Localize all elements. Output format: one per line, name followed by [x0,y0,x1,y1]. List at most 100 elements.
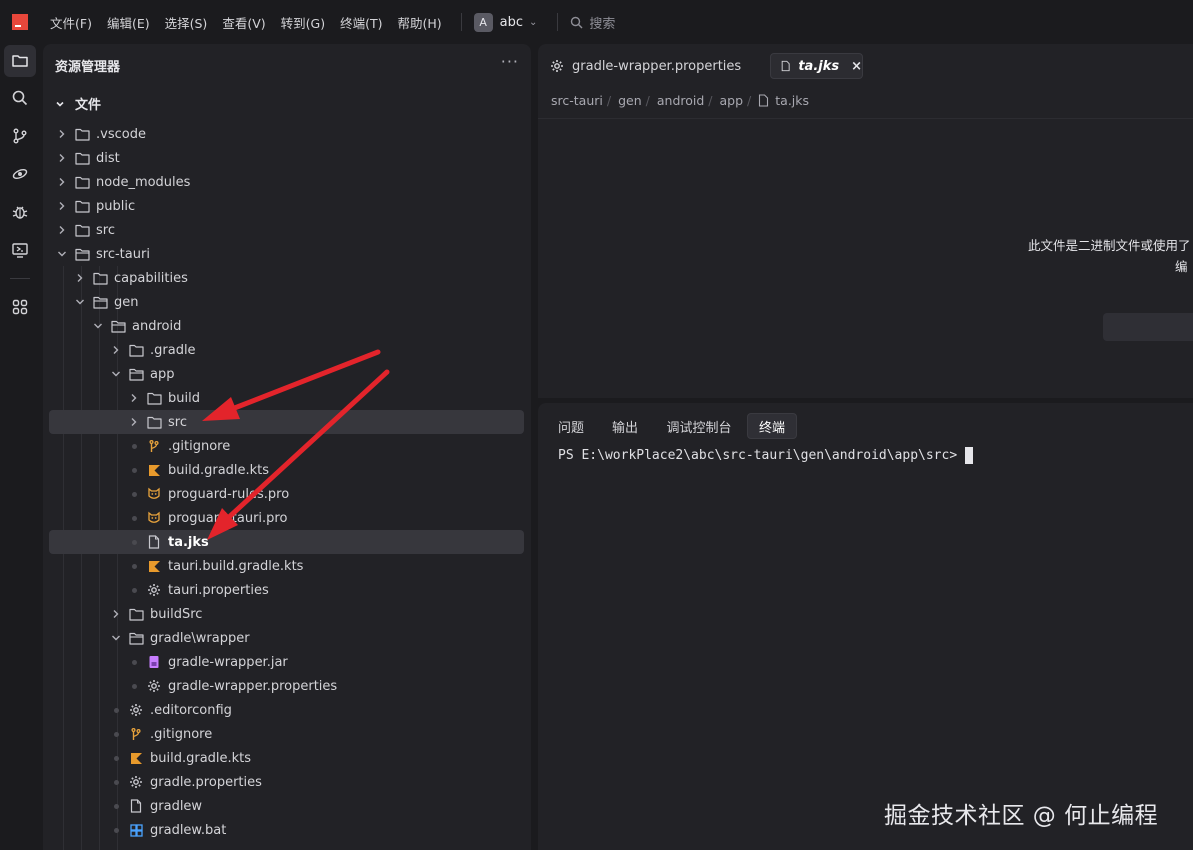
chevron-right-icon[interactable] [55,129,69,139]
chevron-down-icon[interactable] [91,322,105,330]
tree-file-gradle-wrapper-jar[interactable]: gradle-wrapper.jar [49,650,524,674]
chevron-down-icon[interactable]: ⌄ [529,17,537,28]
breadcrumb: src-tauri / gen / android / app / ta.jks [551,93,810,108]
chevron-right-icon[interactable] [127,393,141,403]
chevron-down-icon[interactable] [55,250,69,258]
chevron-right-icon[interactable] [55,225,69,235]
tree-folder-vscode[interactable]: .vscode [49,122,524,146]
tree-file-gitignore[interactable]: .gitignore [49,434,524,458]
terminal-prompt-text: PS E:\workPlace2\abc\src-tauri\gen\andro… [558,448,958,463]
chevron-right-icon[interactable] [109,609,123,619]
tab-problems[interactable]: 问题 [550,413,592,439]
menu-selection[interactable]: 选择(S) [165,13,208,32]
breadcrumb-item[interactable]: android [657,93,704,108]
tree-folder-gen[interactable]: gen [49,290,524,314]
menu-terminal[interactable]: 终端(T) [340,13,382,32]
tree-folder-gradle-wrapper[interactable]: gradle\wrapper [49,626,524,650]
tree-folder-gradle[interactable]: .gradle [49,338,524,362]
folder-icon [74,222,90,238]
workspace-root[interactable]: 文件 [55,94,101,113]
tree-folder-src-tauri[interactable]: src-tauri [49,242,524,266]
gear-icon [146,678,162,694]
extensions-icon[interactable] [4,291,36,323]
tree-item-label: proguard-rules.pro [168,486,290,502]
menu-help[interactable]: 帮助(H) [397,13,441,32]
tree-file-proguard-rules-pro[interactable]: proguard-rules.pro [49,482,524,506]
folder-icon [74,246,90,262]
tree-file-gradle-wrapper-properties[interactable]: gradle-wrapper.properties [49,674,524,698]
tree-folder-app[interactable]: app [49,362,524,386]
tree-folder-capabilities[interactable]: capabilities [49,266,524,290]
preview-icon[interactable] [4,234,36,266]
tree-file-proguard-tauri-pro[interactable]: proguard-tauri.pro [49,506,524,530]
chevron-down-icon[interactable] [109,634,123,642]
tab-debug-console[interactable]: 调试控制台 [659,413,739,439]
tree-folder-dist[interactable]: dist [49,146,524,170]
proguard-icon [146,486,162,502]
tree-file-build-gradle-kts[interactable]: build.gradle.kts [49,458,524,482]
tree-file-build-gradle-kts[interactable]: build.gradle.kts [49,746,524,770]
terminal-cursor [965,447,974,464]
tree-folder-android[interactable]: android [49,314,524,338]
chevron-right-icon[interactable] [55,153,69,163]
tree-file-gradlew-bat[interactable]: gradlew.bat [49,818,524,842]
menu-edit[interactable]: 编辑(E) [107,13,150,32]
menu-bar: 文件(F) 编辑(E) 选择(S) 查看(V) 转到(G) 终端(T) 帮助(H… [0,0,1193,44]
menu-go[interactable]: 转到(G) [281,13,325,32]
chevron-down-icon[interactable] [109,370,123,378]
chevron-right-icon[interactable] [109,345,123,355]
chevron-right-icon[interactable] [55,177,69,187]
tree-folder-src[interactable]: src [49,218,524,242]
breadcrumb-item[interactable]: app [720,93,744,108]
source-control-icon[interactable] [4,120,36,152]
tree-file-ta-jks[interactable]: ta.jks [49,530,524,554]
breadcrumb-item[interactable]: gen [618,93,642,108]
search-icon[interactable] [4,82,36,114]
remote-explorer-icon[interactable] [4,158,36,190]
chevron-right-icon[interactable] [73,273,87,283]
tab-output[interactable]: 输出 [605,413,645,439]
tree-file-tauri-build-gradle-kts[interactable]: tauri.build.gradle.kts [49,554,524,578]
tab-terminal[interactable]: 终端 [747,413,797,439]
close-icon[interactable]: × [851,59,862,74]
explorer-sidebar: 资源管理器 ··· 文件 .vscode dist node_modules publ… [43,44,531,850]
terminal-prompt[interactable]: PS E:\workPlace2\abc\src-tauri\gen\andro… [558,447,974,464]
chevron-down-icon [56,101,64,107]
project-name[interactable]: abc [500,15,523,30]
more-actions-icon[interactable]: ··· [501,52,519,71]
menu-file[interactable]: 文件(F) [50,13,92,32]
tree-file-editorconfig[interactable]: .editorconfig [49,698,524,722]
kotlin-icon [128,750,144,766]
explorer-icon[interactable] [4,45,36,77]
search-placeholder: 搜索 [589,16,616,32]
sidebar-title: 资源管理器 [55,60,121,75]
tree-folder-node-modules[interactable]: node_modules [49,170,524,194]
tree-bullet [127,563,141,569]
activity-divider [10,278,30,279]
chevron-down-icon[interactable] [73,298,87,306]
search-box[interactable]: 搜索 [570,13,615,32]
tab-ta-jks[interactable]: ta.jks × [770,53,863,79]
chevron-right-icon[interactable] [55,201,69,211]
debug-icon[interactable] [4,196,36,228]
tab-gradle-wrapper-properties[interactable]: gradle-wrapper.properties [550,53,741,79]
menu-view[interactable]: 查看(V) [222,13,265,32]
open-anyway-button[interactable] [1103,313,1193,341]
workspace-root-label: 文件 [75,98,102,113]
tree-folder-buildsrc[interactable]: buildSrc [49,602,524,626]
tree-file-gitignore[interactable]: .gitignore [49,722,524,746]
tree-file-gradle-properties[interactable]: gradle.properties [49,770,524,794]
tree-file-gradlew[interactable]: gradlew [49,794,524,818]
tree-bullet [127,443,141,449]
tree-folder-build[interactable]: build [49,386,524,410]
breadcrumb-item[interactable]: ta.jks [775,93,809,108]
project-avatar[interactable]: A [473,12,493,32]
editor-area: gradle-wrapper.properties ta.jks × src-t… [538,44,1193,398]
breadcrumb-item[interactable]: src-tauri [551,93,603,108]
tree-folder-src[interactable]: src [49,410,524,434]
tree-folder-public[interactable]: public [49,194,524,218]
chevron-right-icon[interactable] [127,417,141,427]
tree-item-label: src-tauri [96,246,150,262]
tree-file-tauri-properties[interactable]: tauri.properties [49,578,524,602]
tree-bullet [127,491,141,497]
